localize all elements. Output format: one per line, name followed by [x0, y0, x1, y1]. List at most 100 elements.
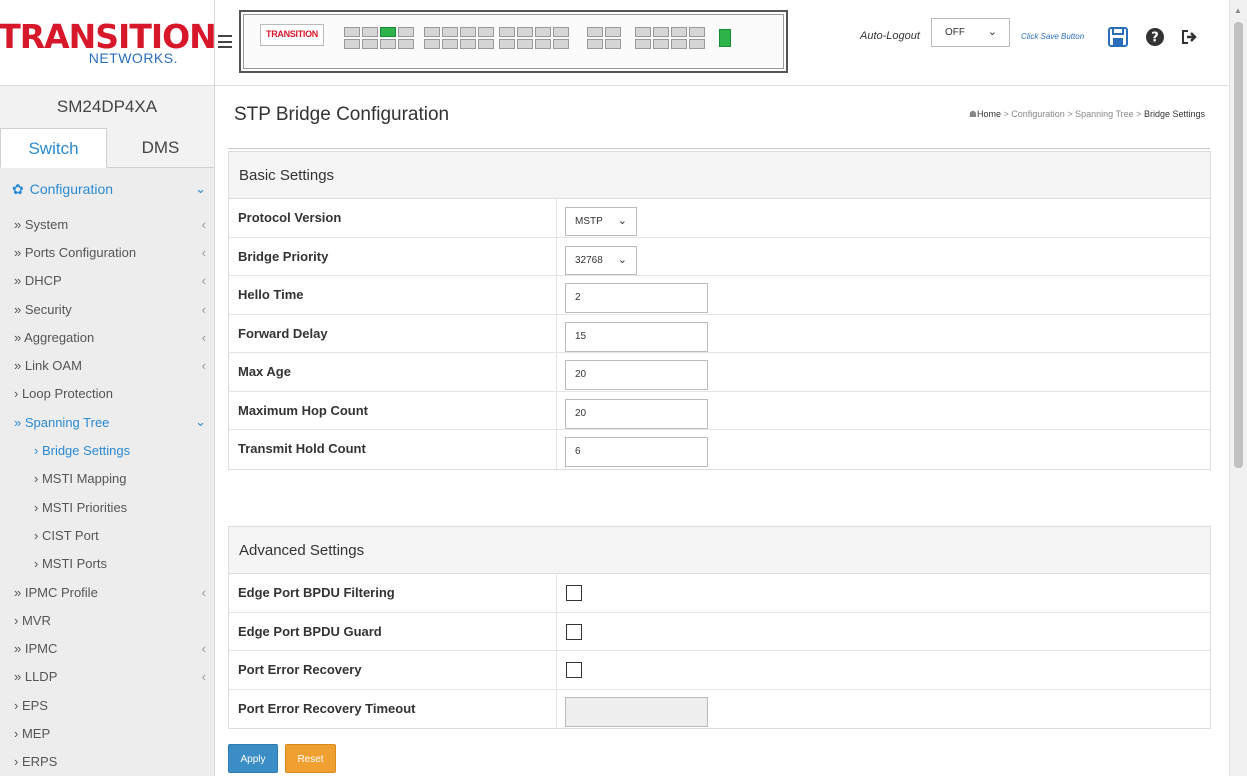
port-indicator	[344, 39, 360, 49]
sidebar-item-bridge-settings[interactable]: › Bridge Settings	[0, 436, 214, 464]
port-indicator	[442, 39, 458, 49]
svg-text:?: ?	[1151, 31, 1159, 46]
tab-dms[interactable]: DMS	[107, 128, 214, 167]
port-indicator	[535, 27, 551, 37]
chevron-left-icon: ‹	[201, 669, 206, 685]
sidebar-item-label: » Link OAM	[14, 358, 82, 374]
breadcrumb-configuration[interactable]: Configuration	[1011, 109, 1065, 119]
auto-logout-select[interactable]: OFF ⌄	[931, 18, 1010, 47]
sidebar-item-system[interactable]: » System ‹	[0, 210, 214, 238]
nav-section-label: Configuration	[29, 181, 114, 197]
sidebar-item-label: » IPMC	[14, 641, 58, 657]
scrollbar[interactable]: ▲	[1229, 0, 1247, 776]
chevron-left-icon: ‹	[201, 358, 206, 374]
sidebar-item-msti-ports[interactable]: › MSTI Ports	[0, 550, 214, 578]
sidebar-item-dhcp[interactable]: » DHCP ‹	[0, 267, 214, 295]
port-indicator	[653, 27, 669, 37]
port-indicator	[460, 27, 476, 37]
tab-switch[interactable]: Switch	[0, 128, 107, 168]
protocol-version-row: Protocol Version MSTP ⌄	[229, 199, 1210, 238]
sidebar-item-security[interactable]: » Security ‹	[0, 295, 214, 323]
sidebar-item-msti-mapping[interactable]: › MSTI Mapping	[0, 465, 214, 493]
chevron-down-icon: ⌄	[987, 26, 997, 38]
apply-button[interactable]: Apply	[228, 744, 278, 773]
scroll-up-icon[interactable]: ▲	[1234, 6, 1242, 15]
port-indicator	[635, 27, 651, 37]
port-indicator	[362, 27, 378, 37]
save-icon[interactable]	[1107, 26, 1129, 48]
breadcrumb-spanning-tree[interactable]: Spanning Tree	[1075, 109, 1134, 119]
edge-bpdu-guard-checkbox[interactable]	[566, 623, 582, 640]
sidebar-item-label: › MSTI Ports	[34, 556, 107, 572]
port-indicator	[380, 27, 396, 37]
max-hop-count-row: Maximum Hop Count 20	[229, 391, 1210, 430]
sidebar-item-label: › Loop Protection	[14, 386, 114, 402]
bridge-priority-row: Bridge Priority 32768 ⌄	[229, 237, 1210, 276]
sidebar-item-label: » DHCP	[14, 273, 62, 289]
reset-button[interactable]: Reset	[285, 744, 336, 773]
forward-delay-input[interactable]: 15	[565, 321, 708, 352]
chevron-down-icon: ⌄	[617, 215, 627, 227]
panel-logo: TRANSITION	[260, 24, 324, 46]
port-error-recovery-timeout-label: Port Error Recovery Timeout	[229, 689, 557, 728]
sidebar-item-link-oam[interactable]: » Link OAM ‹	[0, 351, 214, 379]
auto-logout-label: Auto-Logout	[860, 30, 920, 42]
tx-hold-count-input[interactable]: 6	[565, 437, 708, 467]
port-indicator	[344, 27, 360, 37]
port-indicator	[587, 27, 603, 37]
max-hop-count-label: Maximum Hop Count	[229, 391, 557, 429]
sidebar-item-lldp[interactable]: » LLDP ‹	[0, 663, 214, 691]
nav-menu: ✿ Configuration ⌄ » System ‹» Ports Confi…	[0, 168, 214, 776]
edge-bpdu-guard-label: Edge Port BPDU Guard	[229, 612, 557, 650]
sidebar-item-erps[interactable]: › ERPS	[0, 748, 214, 776]
sidebar-item-label: » Security	[14, 301, 72, 317]
sidebar-item-eps[interactable]: › EPS	[0, 691, 214, 719]
chevron-down-icon: ⌄	[195, 181, 206, 196]
top-header: TRANSITION Auto-Logout OFF ⌄ Click Save …	[215, 0, 1229, 86]
breadcrumb-separator: >	[1003, 109, 1009, 119]
sidebar-item-ports-configuration[interactable]: » Ports Configuration ‹	[0, 238, 214, 266]
breadcrumb: ☗Home > Configuration > Spanning Tree > …	[969, 109, 1205, 120]
port-indicator	[424, 39, 440, 49]
max-age-row: Max Age 20	[229, 353, 1210, 392]
protocol-version-select[interactable]: MSTP ⌄	[565, 207, 637, 236]
port-error-recovery-timeout-input[interactable]	[565, 696, 708, 727]
sidebar-item-aggregation[interactable]: » Aggregation ‹	[0, 323, 214, 351]
hello-time-input[interactable]: 2	[565, 283, 708, 313]
chevron-left-icon: ‹	[201, 584, 206, 600]
brand-logo[interactable]: TRANSITION NETWORKS.	[0, 0, 214, 86]
sidebar-item-mvr[interactable]: › MVR	[0, 606, 214, 634]
help-icon[interactable]: ?	[1144, 26, 1166, 48]
port-indicator	[553, 27, 569, 37]
logo-wordmark: TRANSITION	[0, 16, 215, 56]
sidebar-item-loop-protection[interactable]: › Loop Protection	[0, 380, 214, 408]
sidebar-item-spanning-tree[interactable]: » Spanning Tree ⌄	[0, 408, 214, 436]
breadcrumb-home[interactable]: Home	[977, 109, 1001, 119]
port-indicator	[424, 27, 440, 37]
scrollbar-thumb[interactable]	[1234, 22, 1243, 468]
sidebar-item-cist-port[interactable]: › CIST Port	[0, 521, 214, 549]
logout-icon[interactable]	[1179, 26, 1201, 48]
breadcrumb-separator: >	[1067, 109, 1073, 119]
save-hint-link[interactable]: Click Save Button	[1021, 32, 1084, 41]
edge-bpdu-filtering-checkbox[interactable]	[566, 585, 582, 601]
sidebar-item-ipmc[interactable]: » IPMC ‹	[0, 634, 214, 662]
chevron-left-icon: ‹	[201, 216, 206, 232]
hello-time-label: Hello Time	[229, 276, 557, 314]
sidebar-item-ipmc-profile[interactable]: » IPMC Profile ‹	[0, 578, 214, 606]
sidebar-item-msti-priorities[interactable]: › MSTI Priorities	[0, 493, 214, 521]
port-indicator	[460, 39, 476, 49]
port-indicator	[517, 39, 533, 49]
bridge-priority-select[interactable]: 32768 ⌄	[565, 245, 637, 275]
port-indicator	[653, 39, 669, 49]
port-error-recovery-checkbox[interactable]	[566, 662, 582, 678]
nav-section-configuration[interactable]: ✿ Configuration ⌄	[0, 168, 214, 210]
max-hop-count-input[interactable]: 20	[565, 398, 708, 429]
port-indicator	[362, 39, 378, 49]
max-age-label: Max Age	[229, 353, 557, 391]
max-age-input[interactable]: 20	[565, 360, 708, 390]
sidebar-item-mep[interactable]: › MEP	[0, 719, 214, 747]
menu-toggle-icon[interactable]	[218, 35, 232, 48]
sidebar-item-label: » Aggregation	[14, 329, 95, 345]
sidebar-item-label: › MEP	[14, 725, 51, 741]
